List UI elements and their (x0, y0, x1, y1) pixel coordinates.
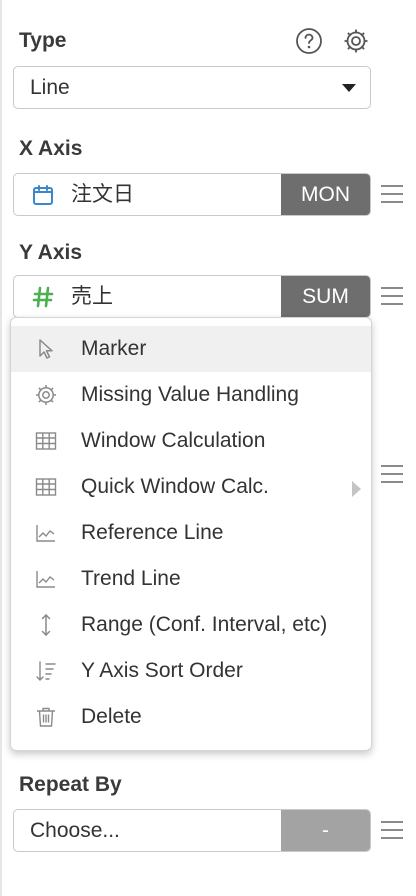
x-axis-field[interactable]: 注文日 MON (13, 173, 371, 216)
menu-item-label: Y Axis Sort Order (81, 659, 243, 682)
menu-item-reference-line[interactable]: Reference Line (11, 510, 371, 556)
menu-item-window-calculation[interactable]: Window Calculation (11, 418, 371, 464)
hash-icon (31, 285, 55, 309)
menu-item-label: Quick Window Calc. (81, 475, 269, 498)
menu-item-trend-line[interactable]: Trend Line (11, 556, 371, 602)
type-section-title: Type (19, 29, 67, 52)
hidden-row-drag-handle-icon[interactable] (381, 465, 403, 483)
sort-icon (34, 659, 58, 683)
menu-item-label: Window Calculation (81, 429, 266, 452)
menu-item-missing-value-handling[interactable]: Missing Value Handling (11, 372, 371, 418)
repeat-by-title: Repeat By (19, 773, 122, 796)
menu-item-label: Trend Line (81, 567, 181, 590)
menu-item-label: Range (Conf. Interval, etc) (81, 613, 328, 636)
line-chart-icon (34, 567, 58, 591)
menu-item-quick-window-calc[interactable]: Quick Window Calc. (11, 464, 371, 510)
line-chart-icon (34, 521, 58, 545)
menu-item-label: Missing Value Handling (81, 383, 299, 406)
x-axis-aggregation-button[interactable]: MON (281, 174, 370, 215)
repeat-by-placeholder: Choose... (30, 819, 120, 842)
x-axis-drag-handle-icon[interactable] (381, 185, 403, 203)
repeat-by-drag-handle-icon[interactable] (381, 821, 403, 839)
x-axis-field-label: 注文日 (71, 183, 134, 206)
question-circle-icon[interactable] (295, 27, 323, 55)
panel-left-border (0, 0, 2, 896)
y-axis-drag-handle-icon[interactable] (381, 287, 403, 305)
x-axis-title: X Axis (19, 137, 83, 160)
gear-icon[interactable] (342, 27, 370, 55)
menu-item-label: Marker (81, 337, 147, 360)
y-axis-title: Y Axis (19, 241, 83, 264)
table-icon (34, 429, 58, 453)
chart-type-select[interactable]: Line (13, 66, 371, 109)
calendar-icon (31, 183, 55, 207)
menu-item-delete[interactable]: Delete (11, 694, 371, 740)
cursor-icon (34, 337, 58, 361)
table-icon (34, 475, 58, 499)
y-axis-context-menu: Marker Missing Value Handling Window Cal… (10, 317, 372, 751)
y-axis-field-label: 売上 (71, 285, 113, 308)
vertical-arrows-icon (34, 613, 58, 637)
chart-type-value: Line (30, 76, 70, 99)
y-axis-aggregation-button[interactable]: SUM (281, 276, 370, 317)
repeat-by-aggregation-button[interactable]: - (281, 810, 370, 851)
menu-item-label: Delete (81, 705, 142, 728)
submenu-arrow-icon (352, 481, 361, 497)
y-axis-field[interactable]: 売上 SUM (13, 275, 371, 318)
repeat-by-field[interactable]: Choose... - (13, 809, 371, 852)
menu-item-marker[interactable]: Marker (11, 326, 371, 372)
chevron-down-icon (342, 84, 356, 92)
menu-item-y-axis-sort-order[interactable]: Y Axis Sort Order (11, 648, 371, 694)
menu-item-range[interactable]: Range (Conf. Interval, etc) (11, 602, 371, 648)
gear-icon (34, 383, 58, 407)
menu-item-label: Reference Line (81, 521, 224, 544)
trash-icon (34, 705, 58, 729)
